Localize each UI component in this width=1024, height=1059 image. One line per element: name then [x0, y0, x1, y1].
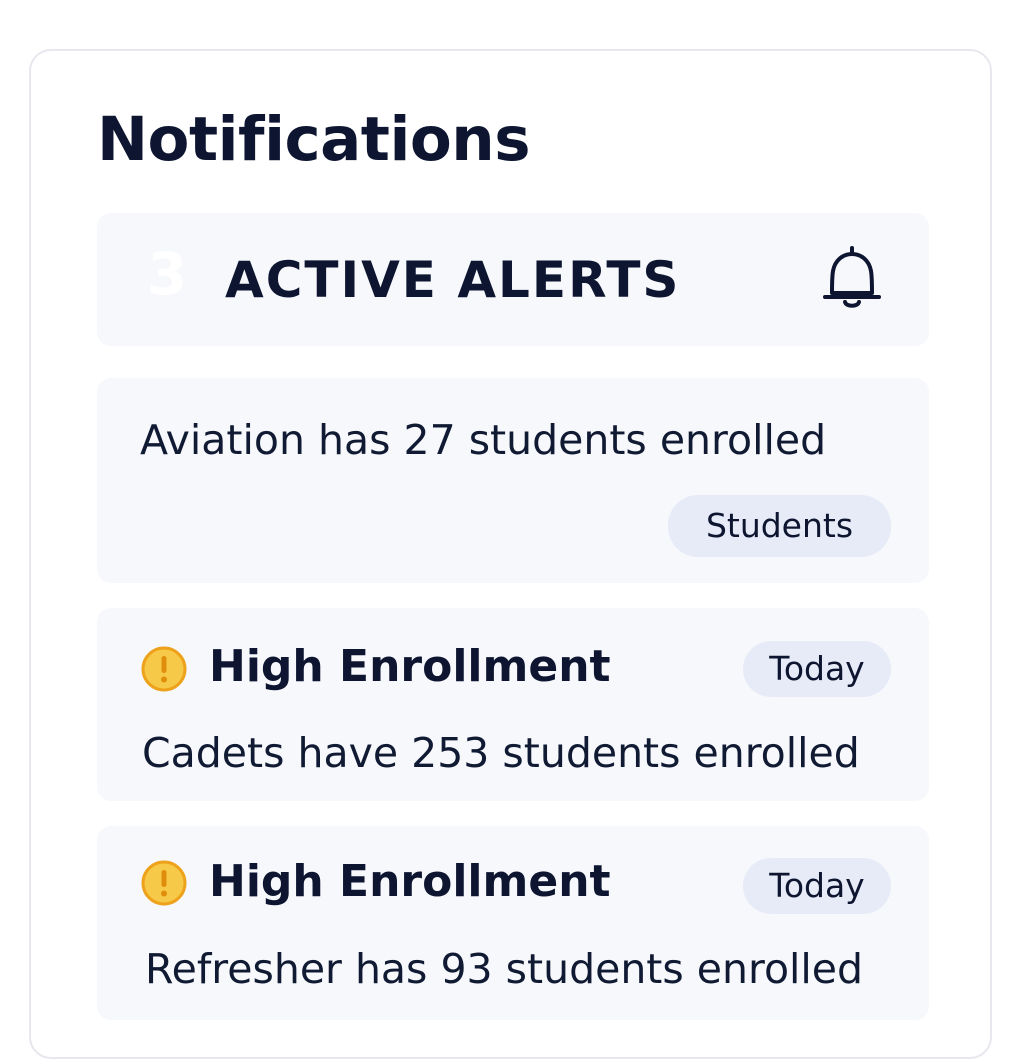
bell-icon[interactable] — [819, 243, 885, 313]
active-alerts-label: ACTIVE ALERTS — [225, 251, 681, 309]
warning-icon — [140, 645, 188, 693]
alert-count: 3 — [147, 240, 188, 308]
notification-item[interactable]: High Enrollment Today Cadets have 253 st… — [97, 608, 929, 801]
notification-title: High Enrollment — [209, 856, 611, 907]
active-alerts-banner: 3 ACTIVE ALERTS — [97, 213, 929, 346]
notification-message: Aviation has 27 students enrolled — [140, 416, 827, 464]
notification-title: High Enrollment — [209, 641, 611, 692]
category-badge[interactable]: Students — [668, 495, 891, 557]
notifications-panel: Notifications 3 ACTIVE ALERTS Aviation h… — [29, 49, 992, 1059]
date-badge[interactable]: Today — [743, 641, 891, 697]
notification-message: Cadets have 253 students enrolled — [142, 729, 860, 777]
warning-icon — [140, 859, 188, 907]
notification-item[interactable]: High Enrollment Today Refresher has 93 s… — [97, 826, 929, 1020]
notification-item[interactable]: Aviation has 27 students enrolled Studen… — [97, 378, 929, 583]
notification-message: Refresher has 93 students enrolled — [145, 945, 864, 993]
date-badge[interactable]: Today — [743, 858, 891, 914]
page-title: Notifications — [97, 104, 531, 175]
